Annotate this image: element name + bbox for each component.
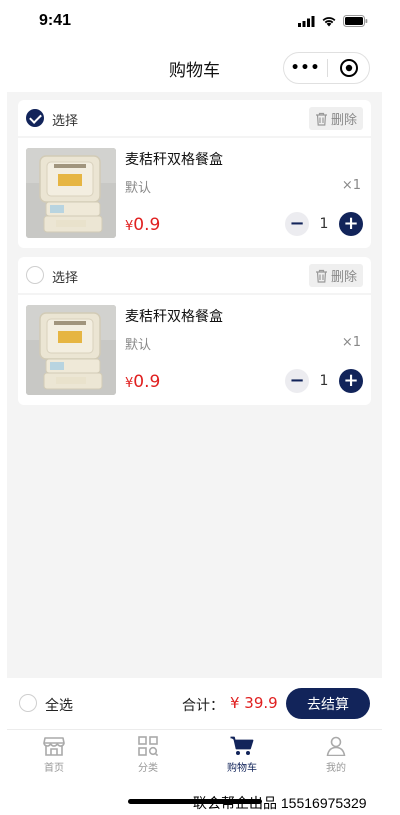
product-spec: 默认 <box>125 338 152 353</box>
price-value: 0.9 <box>133 215 161 235</box>
checkout-bar: 全选 合计： ¥ 39.9 去结算 <box>7 678 382 729</box>
tab-home[interactable]: 首页 <box>7 736 101 774</box>
decrease-button[interactable]: − <box>285 212 309 236</box>
tab-cart[interactable]: 购物车 <box>195 736 289 774</box>
product-count: ×1 <box>341 335 361 350</box>
quantity-stepper: − 1 + <box>285 212 363 236</box>
select-label: 选择 <box>52 271 79 286</box>
battery-icon <box>343 15 368 27</box>
cart-item: 麦秸秆双格餐盒 默认 ×1 ¥0.9 − 1 + <box>18 138 371 248</box>
product-spec: 默认 <box>125 181 152 196</box>
product-price: ¥0.9 <box>125 372 160 392</box>
quantity-value[interactable]: 1 <box>309 216 339 232</box>
increase-button[interactable]: + <box>339 369 363 393</box>
trash-icon <box>315 269 327 283</box>
product-count: ×1 <box>341 178 361 193</box>
product-name: 麦秸秆双格餐盒 <box>125 152 223 168</box>
total-label: 合计： <box>182 698 224 714</box>
cart-icon <box>230 736 254 755</box>
nav-bar: 购物车 ••• <box>7 42 382 92</box>
tab-label: 首页 <box>44 763 64 774</box>
status-time: 9:41 <box>39 12 72 29</box>
app-screen: 9:41 购物车 ••• 选择 删除 麦秸秆双格餐盒 默认 ×1 ¥0.9 − … <box>7 0 382 815</box>
select-all-label[interactable]: 全选 <box>45 695 73 715</box>
status-icons <box>298 15 368 27</box>
product-image[interactable] <box>26 305 116 395</box>
signal-icon <box>298 15 315 27</box>
select-all-checkbox[interactable] <box>19 694 37 712</box>
product-image[interactable] <box>26 148 116 238</box>
checkout-button[interactable]: 去结算 <box>286 688 370 719</box>
close-mini-program-icon[interactable] <box>328 58 369 78</box>
delete-label: 删除 <box>330 113 357 128</box>
store-icon <box>43 737 65 756</box>
more-icon[interactable]: ••• <box>284 60 327 76</box>
cart-item-header: 选择 删除 <box>18 257 371 293</box>
delete-button[interactable]: 删除 <box>308 107 363 130</box>
cart-item: 麦秸秆双格餐盒 默认 ×1 ¥0.9 − 1 + <box>18 295 371 405</box>
footer-credit: 联会帮企出品 15516975329 <box>193 795 367 811</box>
product-price: ¥0.9 <box>125 215 160 235</box>
price-value: 0.9 <box>133 372 161 392</box>
tab-category[interactable]: 分类 <box>101 736 195 774</box>
cart-item-header: 选择 删除 <box>18 100 371 136</box>
user-icon <box>326 736 346 756</box>
item-checkbox[interactable] <box>26 266 44 284</box>
quantity-value[interactable]: 1 <box>309 373 339 389</box>
mini-program-capsule: ••• <box>283 52 370 84</box>
select-label: 选择 <box>52 114 79 129</box>
quantity-stepper: − 1 + <box>285 369 363 393</box>
status-bar: 9:41 <box>7 0 382 42</box>
total-value: ¥ 39.9 <box>230 694 278 712</box>
decrease-button[interactable]: − <box>285 369 309 393</box>
tab-label: 购物车 <box>227 763 257 774</box>
tab-label: 我的 <box>326 763 346 774</box>
delete-button[interactable]: 删除 <box>308 264 363 287</box>
product-name: 麦秸秆双格餐盒 <box>125 309 223 325</box>
item-checkbox[interactable] <box>26 109 44 127</box>
tab-label: 分类 <box>138 763 158 774</box>
category-icon <box>138 736 159 756</box>
trash-icon <box>315 112 327 126</box>
increase-button[interactable]: + <box>339 212 363 236</box>
delete-label: 删除 <box>330 270 357 285</box>
tab-profile[interactable]: 我的 <box>289 736 383 774</box>
wifi-icon <box>322 17 336 27</box>
